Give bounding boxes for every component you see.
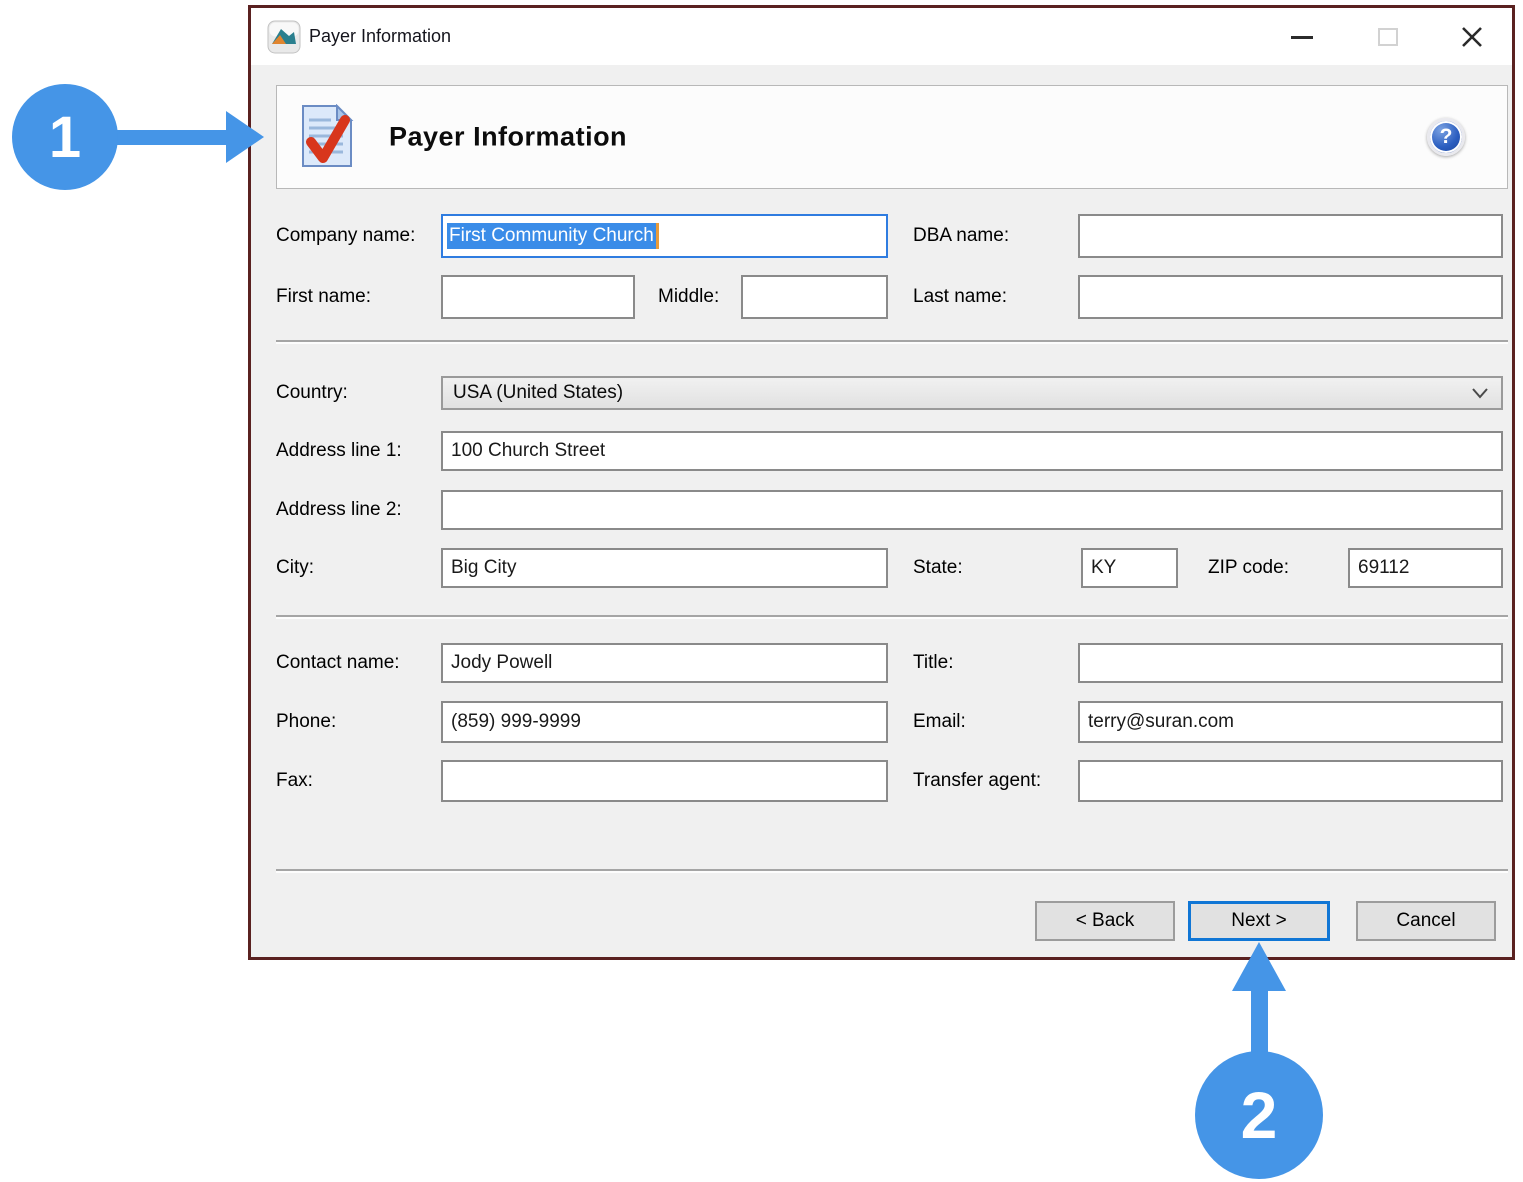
cancel-button[interactable]: Cancel <box>1356 901 1496 941</box>
text-caret <box>656 223 659 249</box>
help-glyph: ? <box>1440 125 1453 149</box>
step-2-arrow-shaft <box>1251 987 1268 1062</box>
country-select[interactable]: USA (United States) <box>441 376 1503 410</box>
address-line-2-input[interactable] <box>441 490 1503 530</box>
header-panel: Payer Information ? <box>276 85 1508 189</box>
zip-code-input[interactable] <box>1348 548 1503 588</box>
middle-name-input[interactable] <box>741 275 888 319</box>
address-line-1-input[interactable] <box>441 431 1503 471</box>
address-line-1-label: Address line 1: <box>276 431 402 471</box>
close-icon <box>1460 25 1484 49</box>
title-bar[interactable]: Payer Information <box>251 8 1512 65</box>
maximize-button <box>1366 18 1410 56</box>
app-logo-icon <box>267 20 301 54</box>
last-name-input[interactable] <box>1078 275 1503 319</box>
payer-information-dialog: Payer Information <box>248 5 1515 960</box>
close-button[interactable] <box>1450 18 1494 56</box>
fax-input[interactable] <box>441 760 888 802</box>
fax-label: Fax: <box>276 760 313 802</box>
company-name-selected-text: First Community Church <box>447 223 656 249</box>
state-input[interactable] <box>1081 548 1178 588</box>
country-label: Country: <box>276 376 348 410</box>
title-input[interactable] <box>1078 643 1503 683</box>
page-title: Payer Information <box>389 122 627 153</box>
step-2-badge <box>1195 1051 1323 1179</box>
address-line-2-label: Address line 2: <box>276 490 402 530</box>
middle-name-label: Middle: <box>658 275 719 319</box>
phone-label: Phone: <box>276 701 336 743</box>
screenshot-canvas: Payer Information <box>0 0 1523 1182</box>
email-input[interactable] <box>1078 701 1503 743</box>
transfer-agent-input[interactable] <box>1078 760 1503 802</box>
step-1-badge <box>12 84 118 190</box>
minimize-icon <box>1291 36 1313 39</box>
company-name-input[interactable]: First Community Church <box>441 214 888 258</box>
country-selected-value: USA (United States) <box>453 382 623 404</box>
document-check-icon <box>299 104 355 175</box>
window-title: Payer Information <box>309 8 451 65</box>
contact-name-input[interactable] <box>441 643 888 683</box>
email-label: Email: <box>913 701 966 743</box>
phone-input[interactable] <box>441 701 888 743</box>
minimize-button[interactable] <box>1280 18 1324 56</box>
separator <box>276 340 1508 344</box>
maximize-icon <box>1378 28 1398 46</box>
dba-name-label: DBA name: <box>913 214 1009 258</box>
step-1-number: 1 <box>49 105 81 170</box>
title-label: Title: <box>913 643 953 683</box>
transfer-agent-label: Transfer agent: <box>913 760 1041 802</box>
state-label: State: <box>913 548 963 588</box>
separator <box>276 615 1508 619</box>
last-name-label: Last name: <box>913 275 1007 319</box>
step-2-number: 2 <box>1241 1078 1278 1152</box>
first-name-label: First name: <box>276 275 371 319</box>
separator <box>276 869 1508 873</box>
city-input[interactable] <box>441 548 888 588</box>
step-1-arrow-shaft <box>112 130 230 145</box>
help-icon[interactable]: ? <box>1427 118 1465 156</box>
dba-name-input[interactable] <box>1078 214 1503 258</box>
back-button[interactable]: < Back <box>1035 901 1175 941</box>
company-name-label: Company name: <box>276 214 415 258</box>
zip-code-label: ZIP code: <box>1208 548 1289 588</box>
next-button[interactable]: Next > <box>1188 901 1330 941</box>
city-label: City: <box>276 548 314 588</box>
first-name-input[interactable] <box>441 275 635 319</box>
contact-name-label: Contact name: <box>276 643 400 683</box>
chevron-down-icon <box>1471 387 1489 399</box>
